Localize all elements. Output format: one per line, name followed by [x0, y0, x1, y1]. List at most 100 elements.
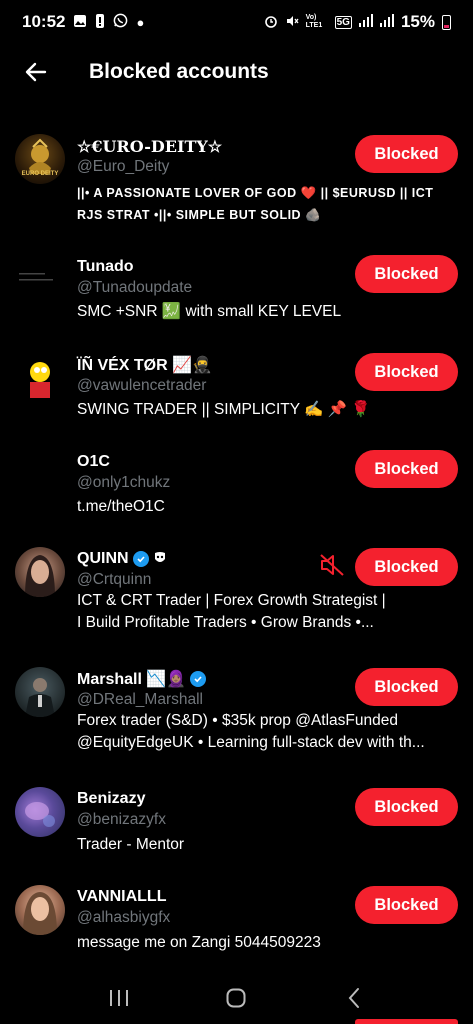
status-right: Vo) LTE1 5G 15% — [264, 12, 451, 32]
network-label: 5G — [334, 15, 352, 29]
account-bio-wrap: SWING TRADER || SIMPLICITY ✍️ 📌 🌹 — [77, 395, 457, 421]
back-nav-button[interactable] — [330, 976, 378, 1020]
whatsapp-icon — [113, 13, 128, 31]
account-info: VANNIALLL @alhasbiygfx — [77, 886, 343, 928]
account-bio-line-1: Forex trader (S&D) • $35k prop @AtlasFun… — [77, 712, 398, 729]
recent-apps-icon — [109, 990, 128, 1006]
battery-percent: 15% — [400, 12, 435, 31]
avatar[interactable] — [15, 885, 65, 935]
status-left: 10:52 ● — [22, 12, 144, 32]
account-bio-wrap: message me on Zangi 5044509223 — [77, 928, 457, 954]
account-name: QUINN — [77, 550, 129, 567]
list-item[interactable]: VANNIALLL @alhasbiygfx message me on Zan… — [0, 866, 473, 966]
dot-icon: ● — [136, 14, 145, 30]
account-name: Benizazy — [77, 790, 146, 807]
account-bio-wrap: ICT & CRT Trader | Forex Growth Strategi… — [77, 590, 457, 634]
system-nav-bar — [0, 972, 473, 1024]
page-title: Blocked accounts — [89, 60, 269, 83]
account-name-line: QUINN — [77, 548, 323, 570]
account-handle: @Euro_Deity — [77, 158, 170, 175]
account-handle: @only1chukz — [77, 474, 171, 491]
account-handle: @DReal_Marshall — [77, 691, 203, 708]
alarm-icon — [264, 14, 278, 31]
blocked-button[interactable]: Blocked — [355, 450, 458, 488]
blocked-button[interactable]: Blocked — [355, 886, 458, 924]
account-name: VANNIALLL — [77, 888, 167, 905]
account-bio: SWING TRADER || SIMPLICITY ✍️ 📌 🌹 — [77, 401, 371, 418]
chevron-left-icon — [348, 988, 360, 1008]
list-item[interactable]: O1C @only1chukz t.me/theO1C Blocked — [0, 432, 473, 528]
avatar[interactable] — [15, 352, 65, 402]
account-info: O1C @only1chukz — [77, 451, 343, 493]
account-bio: ||• A PASSIONATE LOVER OF GOD ❤️ || $EUR… — [77, 186, 434, 222]
blocked-button[interactable]: Blocked — [355, 135, 458, 173]
battery-icon — [442, 14, 451, 30]
account-info: ☆€URO-DEITY☆ @Euro_Deity — [77, 135, 343, 177]
avatar-caption: EURO DEITY — [21, 171, 59, 177]
home-icon — [226, 988, 246, 1008]
account-info: QUINN @Crtquinn — [77, 548, 323, 590]
volte-label: Vo) LTE1 — [305, 14, 323, 29]
blocked-button[interactable]: Blocked — [355, 255, 458, 293]
account-bio: t.me/theO1C — [77, 498, 165, 515]
signal-icon-1 — [358, 14, 373, 30]
signal-icon-2 — [379, 14, 394, 30]
verified-badge-icon — [132, 551, 149, 567]
blocked-button[interactable]: Blocked — [355, 788, 458, 826]
account-bio-line-2: I Build Profitable Traders • Grow Brands… — [77, 614, 374, 631]
status-time: 10:52 — [22, 12, 66, 31]
mask-icon — [153, 551, 167, 568]
alert-icon — [95, 13, 105, 31]
blocked-button[interactable]: Blocked — [355, 353, 458, 391]
arrow-left-icon — [25, 62, 47, 82]
account-handle: @alhasbiygfx — [77, 909, 171, 926]
home-button[interactable] — [212, 976, 260, 1020]
account-bio: SMC +SNR 💹 with small KEY LEVEL — [77, 303, 342, 320]
list-item[interactable]: EURO DEITY ☆€URO-DEITY☆ @Euro_Deity ||• … — [0, 116, 473, 236]
account-info: Marshall 📉🧕🏽 @DReal_Marshall — [77, 668, 343, 710]
account-name-line: Marshall 📉🧕🏽 — [77, 668, 343, 690]
avatar[interactable] — [15, 547, 65, 597]
account-bio-wrap: SMC +SNR 💹 with small KEY LEVEL — [77, 297, 457, 323]
blocked-button[interactable]: Blocked — [355, 548, 458, 586]
account-bio: message me on Zangi 5044509223 — [77, 934, 321, 951]
avatar[interactable] — [15, 787, 65, 837]
account-name: Tunado — [77, 258, 134, 275]
account-name: ☆€URO-DEITY☆ — [77, 136, 223, 156]
account-handle: @benizazyfx — [77, 811, 166, 828]
back-button[interactable] — [12, 48, 60, 96]
account-bio-line-1: ICT & CRT Trader | Forex Growth Strategi… — [77, 592, 386, 609]
account-bio-wrap: ||• A PASSIONATE LOVER OF GOD ❤️ || $EUR… — [77, 178, 457, 226]
account-name: Marshall 📉🧕🏽 — [77, 671, 187, 688]
account-name: ÏÑ VÉX TØR 📈🥷 — [77, 357, 212, 374]
peek-blocked-button — [355, 1019, 458, 1024]
account-bio-wrap: t.me/theO1C — [77, 492, 457, 518]
account-info: Benizazy @benizazyfx — [77, 788, 343, 830]
recent-apps-button[interactable] — [95, 976, 143, 1020]
account-bio-line-2: @EquityEdgeUK • Learning full-stack dev … — [77, 734, 425, 751]
account-handle: @vawulencetrader — [77, 377, 207, 394]
account-bio-wrap: Trader - Mentor — [77, 830, 457, 856]
account-bio: Trader - Mentor — [77, 836, 185, 853]
account-name: O1C — [77, 453, 110, 470]
avatar[interactable] — [15, 254, 65, 304]
avatar[interactable]: EURO DEITY — [15, 134, 65, 184]
account-handle: @Crtquinn — [77, 571, 152, 588]
account-info: Tunado @Tunadoupdate — [77, 256, 343, 298]
list-item[interactable]: Marshall 📉🧕🏽 @DReal_Marshall Forex trade… — [0, 648, 473, 768]
next-row-peek — [0, 1019, 473, 1024]
gallery-icon — [73, 14, 87, 31]
muted-speaker-icon[interactable] — [319, 552, 345, 578]
header: Blocked accounts — [0, 44, 473, 100]
list-item[interactable]: Tunado @Tunadoupdate SMC +SNR 💹 with sma… — [0, 236, 473, 334]
list-item[interactable]: ÏÑ VÉX TØR 📈🥷 @vawulencetrader SWING TRA… — [0, 334, 473, 432]
account-handle: @Tunadoupdate — [77, 279, 193, 296]
account-info: ÏÑ VÉX TØR 📈🥷 @vawulencetrader — [77, 354, 343, 396]
list-item[interactable]: QUINN @Crtquinn ICT & CRT Trader | Forex… — [0, 528, 473, 648]
blocked-button[interactable]: Blocked — [355, 668, 458, 706]
mute-status-icon — [285, 14, 299, 31]
status-bar: 10:52 ● Vo) LTE1 5G 15% — [0, 0, 473, 44]
list-item[interactable]: Benizazy @benizazyfx Trader - Mentor Blo… — [0, 768, 473, 866]
avatar[interactable] — [15, 667, 65, 717]
verified-badge-icon — [190, 671, 207, 687]
